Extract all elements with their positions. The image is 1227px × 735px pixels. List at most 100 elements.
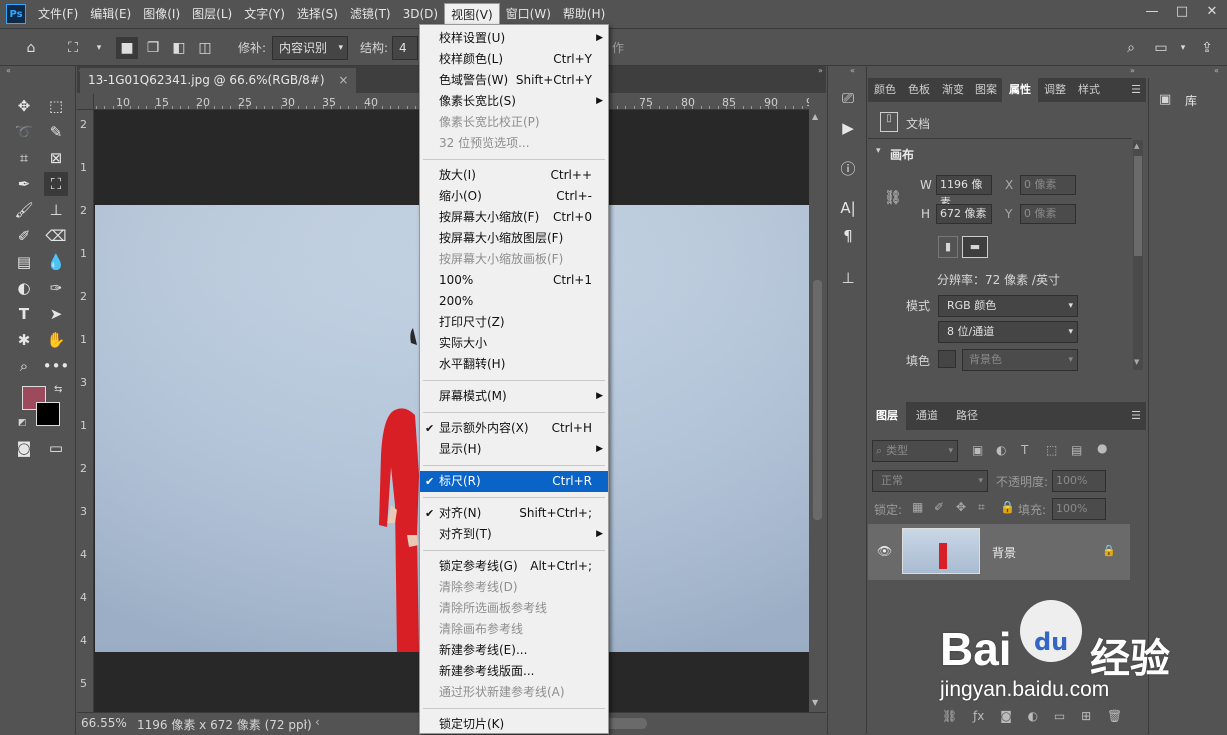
default-colors-icon[interactable]: ◩ [18, 418, 27, 428]
layer-filter-select[interactable]: ⌕ 类型 ▾ [872, 440, 958, 462]
layer-row[interactable]: 👁 背景 🔒 [868, 524, 1130, 580]
swap-colors-icon[interactable]: ⇆ [54, 384, 62, 395]
hand-tool-icon[interactable]: ✋ [44, 328, 68, 352]
home-icon[interactable]: ⌂ [20, 37, 42, 59]
libraries-icon[interactable]: ▣ [1159, 92, 1171, 107]
fill-swatch[interactable] [938, 350, 956, 368]
lock-pixels-icon[interactable]: ✐ [934, 500, 944, 514]
tab-patterns[interactable]: 图案 [970, 78, 1002, 102]
workspace-chevron-icon[interactable]: ▾ [1172, 37, 1194, 59]
collapse-arrows-icon[interactable]: « [850, 66, 855, 75]
tab-properties[interactable]: 属性 [1002, 78, 1038, 102]
scroll-thumb[interactable] [813, 280, 822, 520]
lasso-tool-icon[interactable]: ➰ [12, 120, 36, 144]
menu-file[interactable]: 文件(F) [32, 3, 84, 25]
visibility-eye-icon[interactable]: 👁 [877, 544, 892, 558]
maximize-button[interactable]: □ [1167, 0, 1197, 22]
view-menu-item[interactable]: 锁定切片(K) [420, 714, 608, 735]
menu-filter[interactable]: 滤镜(T) [344, 3, 397, 25]
menu-view[interactable]: 视图(V) [444, 3, 500, 25]
document-tab[interactable]: 13-1G01Q62341.jpg @ 66.6%(RGB/8#) × [80, 68, 357, 93]
width-field[interactable]: 1196 像素 [936, 175, 992, 209]
zoom-tool-icon[interactable]: ⌕ [12, 354, 36, 378]
shape-tool-icon[interactable]: ✱ [12, 328, 36, 352]
y-field[interactable]: 0 像素 [1020, 204, 1076, 224]
patch-tool-preset-icon[interactable]: ⛶ [62, 37, 84, 59]
view-menu-item[interactable]: 实际大小 [420, 333, 608, 354]
scroll-left-icon[interactable]: ‹ [315, 715, 320, 729]
menu-help[interactable]: 帮助(H) [557, 3, 611, 25]
filter-pixel-icon[interactable]: ▣ [972, 443, 983, 457]
lock-position-icon[interactable]: ✥ [956, 500, 966, 514]
view-menu-item[interactable]: 像素长宽比(S) ▶ [420, 91, 608, 112]
patch-tool-icon[interactable]: ⛶ [44, 172, 68, 196]
ruler-origin[interactable] [77, 94, 94, 110]
view-menu-item[interactable]: 锁定参考线(G) Alt+Ctrl+; [420, 556, 608, 577]
pen-tool-icon[interactable]: ✑ [44, 276, 68, 300]
eraser-tool-icon[interactable]: ⌫ [44, 224, 68, 248]
layer-name[interactable]: 背景 [992, 544, 1016, 561]
libraries-label[interactable]: 库 [1185, 92, 1197, 109]
view-menu-item[interactable]: 打印尺寸(Z) [420, 312, 608, 333]
view-menu-item[interactable]: 按屏幕大小缩放图层(F) [420, 228, 608, 249]
repair-select[interactable]: 内容识别 ▾ [272, 36, 348, 60]
lock-artboard-icon[interactable]: ⌗ [978, 500, 985, 515]
opacity-field[interactable]: 100% [1052, 470, 1106, 492]
menu-3d[interactable]: 3D(D) [397, 3, 444, 25]
filter-type-icon[interactable]: T [1021, 443, 1028, 457]
view-menu-item[interactable]: 显示(H) ▶ [420, 439, 608, 460]
view-menu-item[interactable]: 新建参考线(E)... [420, 640, 608, 661]
x-field[interactable]: 0 像素 [1020, 175, 1076, 195]
blur-tool-icon[interactable]: 💧 [44, 250, 68, 274]
view-menu-item[interactable]: 放大(I) Ctrl++ [420, 165, 608, 186]
view-menu-item[interactable]: 校样设置(U) ▶ [420, 28, 608, 49]
menu-layer[interactable]: 图层(L) [186, 3, 238, 25]
background-color-swatch[interactable] [36, 402, 60, 426]
view-menu-item[interactable]: ✔ 对齐(N) Shift+Ctrl+; [420, 503, 608, 524]
history-brush-tool-icon[interactable]: ✐ [12, 224, 36, 248]
actions-play-icon[interactable]: ▶ [836, 116, 860, 140]
view-menu-item[interactable]: 校样颜色(L) Ctrl+Y [420, 49, 608, 70]
gradient-tool-icon[interactable]: ▤ [12, 250, 36, 274]
lock-transparent-icon[interactable]: ▦ [912, 500, 923, 514]
panel-menu-icon[interactable]: ☰ [1128, 402, 1144, 430]
panel-menu-icon[interactable]: ☰ [1128, 78, 1144, 102]
landscape-orientation-icon[interactable]: ▬ [962, 236, 988, 258]
menu-image[interactable]: 图像(I) [137, 3, 186, 25]
filter-smart-icon[interactable]: ▤ [1071, 443, 1082, 457]
expand-arrows-icon[interactable]: » [1130, 66, 1135, 75]
close-button[interactable]: ✕ [1197, 0, 1227, 22]
stamp-tool-icon[interactable]: ⊥ [44, 198, 68, 222]
view-menu-item[interactable]: 缩小(O) Ctrl+- [420, 186, 608, 207]
dodge-tool-icon[interactable]: ◐ [12, 276, 36, 300]
frame-tool-icon[interactable]: ⊠ [44, 146, 68, 170]
portrait-orientation-icon[interactable]: ▮ [938, 236, 958, 258]
view-menu-item[interactable]: 按屏幕大小缩放(F) Ctrl+0 [420, 207, 608, 228]
quick-select-tool-icon[interactable]: ✎ [44, 120, 68, 144]
zoom-level[interactable]: 66.55% [81, 716, 127, 730]
expand-arrows-icon[interactable]: » [818, 66, 823, 75]
lock-all-icon[interactable]: 🔒 [1000, 500, 1015, 514]
intersect-selection-icon[interactable]: ◫ [194, 37, 216, 59]
clone-source-icon[interactable]: ⊥ [836, 266, 860, 290]
paragraph-panel-icon[interactable]: ¶ [836, 224, 860, 248]
vertical-scrollbar[interactable]: ▲ ▼ [809, 110, 826, 712]
crop-tool-icon[interactable]: ⌗ [12, 146, 36, 170]
subtract-selection-icon[interactable]: ◧ [168, 37, 190, 59]
filter-shape-icon[interactable]: ⬚ [1046, 443, 1057, 457]
close-tab-icon[interactable]: × [338, 73, 348, 87]
quick-mask-icon[interactable]: ◙ [12, 436, 36, 460]
tab-adjustments[interactable]: 调整 [1038, 78, 1072, 102]
tab-layers[interactable]: 图层 [868, 402, 906, 430]
share-icon[interactable]: ⇪ [1196, 37, 1218, 59]
view-menu-item[interactable]: 屏幕模式(M) ▶ [420, 386, 608, 407]
bit-depth-select[interactable]: 8 位/通道 ▾ [938, 321, 1078, 343]
blend-mode-select[interactable]: 正常 ▾ [872, 470, 988, 492]
layers-footer-icons[interactable]: ⛓ ƒx ◙ ◐ ▭ ⊞ 🗑 [942, 709, 1122, 723]
menu-select[interactable]: 选择(S) [291, 3, 344, 25]
menu-edit[interactable]: 编辑(E) [84, 3, 137, 25]
collapse-arrows-icon[interactable]: « [1214, 66, 1219, 75]
view-menu-item[interactable]: ✔ 标尺(R) Ctrl+R [420, 471, 608, 492]
workspace-icon[interactable]: ▭ [1150, 37, 1172, 59]
history-panel-icon[interactable]: ⎚ [836, 86, 860, 110]
